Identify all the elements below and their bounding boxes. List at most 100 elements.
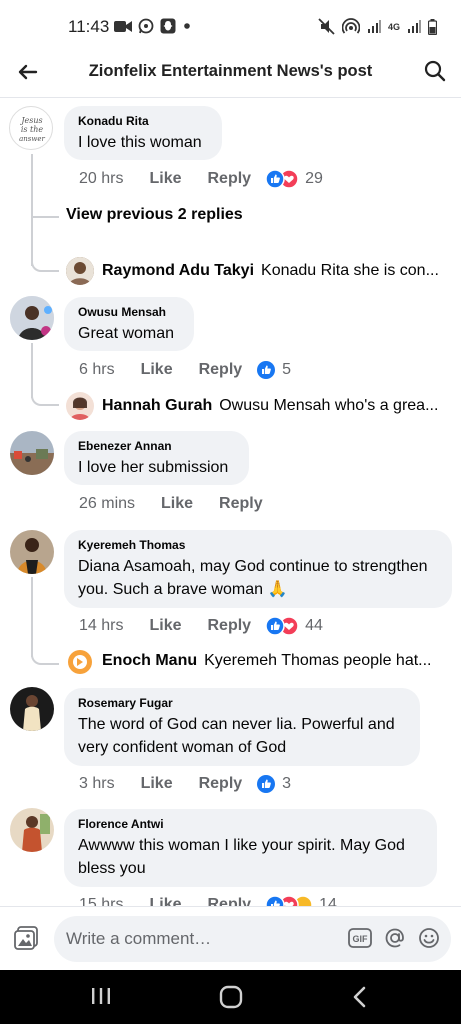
reaction-summary[interactable]: 29 <box>265 169 323 189</box>
reply-button[interactable]: Reply <box>207 170 251 188</box>
reaction-count: 44 <box>305 617 323 634</box>
avatar[interactable] <box>10 296 54 340</box>
reaction-summary[interactable]: 44 <box>265 616 323 636</box>
whatsapp-icon <box>138 18 154 34</box>
back-nav-icon[interactable] <box>350 984 370 1015</box>
reply-button[interactable]: Reply <box>199 775 243 793</box>
comment-text-line: very confident woman of God <box>78 739 287 756</box>
comment-text-line: you. Such a brave woman 🙏 <box>78 581 288 598</box>
like-love-reactions-icon <box>265 169 299 189</box>
thread-line <box>31 154 33 266</box>
reply-author[interactable]: Enoch Manu <box>102 652 197 670</box>
reaction-summary[interactable]: 5 <box>256 360 291 380</box>
comment-author[interactable]: Kyeremeh Thomas <box>78 538 438 552</box>
photo-icon[interactable] <box>12 924 40 952</box>
emoji-icon[interactable] <box>417 926 441 950</box>
svg-text:answer: answer <box>19 135 45 143</box>
reply-button[interactable]: Reply <box>219 495 263 513</box>
reply-preview[interactable]: Enoch Manu Kyeremeh Thomas people hat... <box>102 652 432 670</box>
search-icon[interactable] <box>421 57 449 85</box>
status-time: 11:43 <box>68 17 110 36</box>
status-bar: 11:43 4G <box>0 0 461 50</box>
comment-input[interactable]: Write a comment… GIF <box>54 916 451 962</box>
reply-connector <box>31 388 59 406</box>
video-call-icon <box>114 20 132 33</box>
comment-bubble[interactable]: Konadu Rita I love this woman <box>64 106 222 160</box>
comment-composer: Write a comment… GIF <box>0 906 461 970</box>
comment-time[interactable]: 20 hrs <box>79 170 123 188</box>
reaction-summary[interactable]: 14 <box>265 895 337 906</box>
reply-preview[interactable]: Raymond Adu Takyi Konadu Rita she is con… <box>102 262 439 280</box>
comment-text-line: bless you <box>78 860 146 877</box>
mention-icon[interactable] <box>383 926 407 950</box>
comment-bubble[interactable]: Florence Antwi Awwww this woman I like y… <box>64 809 437 887</box>
comment-actions: 20 hrs Like Reply 29 <box>79 169 323 189</box>
comment-bubble[interactable]: Kyeremeh Thomas Diana Asamoah, may God c… <box>64 530 452 608</box>
reply-connector <box>31 254 59 272</box>
comment-bubble[interactable]: Ebenezer Annan I love her submission <box>64 431 249 485</box>
like-button[interactable]: Like <box>141 361 173 379</box>
like-button[interactable]: Like <box>161 495 193 513</box>
comment-text: I love her submission <box>78 459 229 476</box>
comment-bubble[interactable]: Owusu Mensah Great woman <box>64 297 194 351</box>
comment-time[interactable]: 26 mins <box>79 495 135 513</box>
like-love-haha-reactions-icon <box>265 895 313 906</box>
reply-preview[interactable]: Hannah Gurah Owusu Mensah who's a grea..… <box>102 397 438 415</box>
like-reaction-icon <box>257 775 276 793</box>
comments-feed[interactable]: Jesus is the answer Konadu Rita I love thi… <box>0 98 461 906</box>
reaction-summary[interactable]: 3 <box>256 774 291 794</box>
avatar[interactable] <box>66 257 94 285</box>
gif-icon[interactable]: GIF <box>347 926 373 950</box>
comment-author[interactable]: Konadu Rita <box>78 114 208 128</box>
comment-text-line: Awwww this woman I like your spirit. May… <box>78 837 405 854</box>
snapchat-icon <box>160 18 176 34</box>
reply-author[interactable]: Raymond Adu Takyi <box>102 262 254 280</box>
comment-time[interactable]: 14 hrs <box>79 617 123 635</box>
comment-text-line: The word of God can never lia. Powerful … <box>78 716 395 733</box>
hotspot-icon <box>341 18 360 35</box>
comment-time[interactable]: 15 hrs <box>79 896 123 906</box>
comment-text: Great woman <box>78 325 175 342</box>
page-title: Zionfelix Entertainment News's post <box>88 62 373 80</box>
reaction-count: 5 <box>282 361 292 378</box>
comment-bubble[interactable]: Rosemary Fugar The word of God can never… <box>64 688 420 766</box>
comment-time[interactable]: 6 hrs <box>79 361 115 379</box>
avatar[interactable]: Jesus is the answer <box>9 106 53 150</box>
mute-icon <box>318 18 335 35</box>
like-button[interactable]: Like <box>149 170 181 188</box>
reply-connector <box>31 647 59 665</box>
comment-text-line: Diana Asamoah, may God continue to stren… <box>78 558 428 575</box>
avatar[interactable] <box>10 530 54 574</box>
comment-author[interactable]: Owusu Mensah <box>78 305 180 319</box>
comment-actions: 3 hrs Like Reply 3 <box>79 774 291 794</box>
like-button[interactable]: Like <box>149 617 181 635</box>
comment-actions: 26 mins Like Reply <box>79 495 263 513</box>
reaction-count: 3 <box>282 775 292 792</box>
avatar[interactable] <box>10 431 54 475</box>
like-love-reactions-icon <box>265 616 299 636</box>
avatar-text: Jesus <box>19 116 42 125</box>
avatar[interactable] <box>66 648 94 676</box>
reply-author[interactable]: Hannah Gurah <box>102 397 212 415</box>
view-previous-replies-link[interactable]: View previous 2 replies <box>66 206 243 224</box>
recent-apps-icon[interactable] <box>90 984 112 1013</box>
avatar[interactable] <box>66 392 94 420</box>
comment-placeholder: Write a comment… <box>66 929 212 948</box>
comment-time[interactable]: 3 hrs <box>79 775 115 793</box>
comment-actions: 15 hrs Like Reply 14 <box>79 895 337 906</box>
home-icon[interactable] <box>218 984 244 1015</box>
comment-author[interactable]: Florence Antwi <box>78 817 423 831</box>
reply-text: Konadu Rita she is con... <box>261 262 439 279</box>
avatar[interactable] <box>10 687 54 731</box>
comment-author[interactable]: Rosemary Fugar <box>78 696 406 710</box>
gif-label: GIF <box>353 934 369 944</box>
comment-author[interactable]: Ebenezer Annan <box>78 439 235 453</box>
comment-text: I love this woman <box>78 134 202 151</box>
like-button[interactable]: Like <box>149 896 181 906</box>
avatar[interactable] <box>10 808 54 852</box>
like-button[interactable]: Like <box>141 775 173 793</box>
reaction-count: 14 <box>319 896 337 906</box>
reply-button[interactable]: Reply <box>207 617 251 635</box>
reply-button[interactable]: Reply <box>199 361 243 379</box>
reply-button[interactable]: Reply <box>207 896 251 906</box>
